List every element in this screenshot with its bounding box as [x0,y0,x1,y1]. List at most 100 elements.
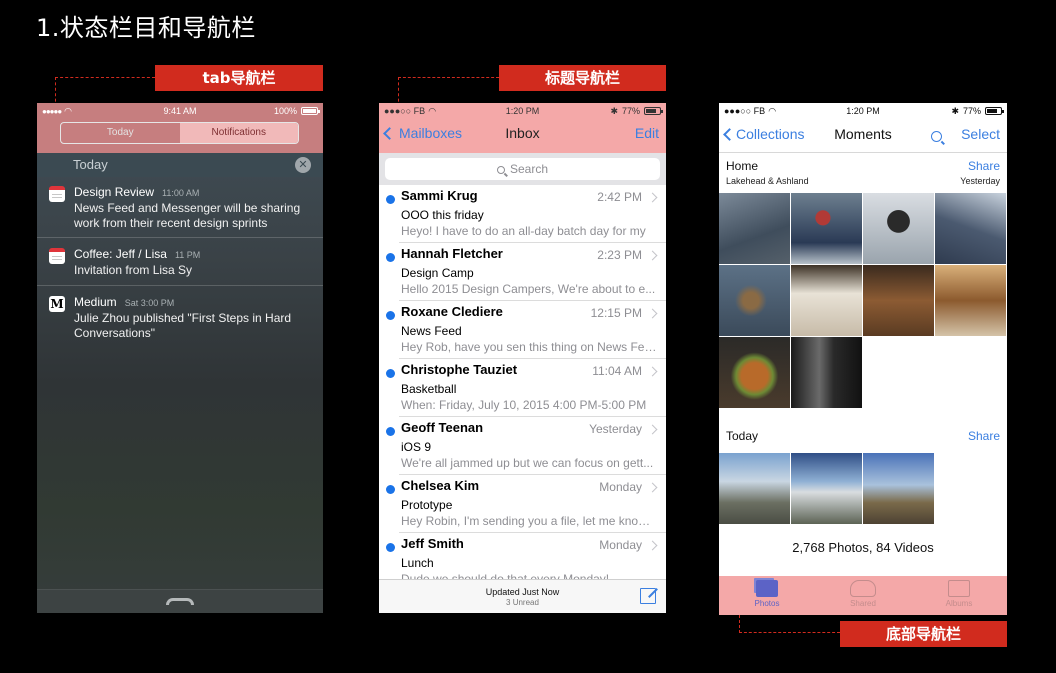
medium-icon: M [49,296,65,312]
bluetooth-icon: ✱ [610,105,618,116]
photo-thumb[interactable] [863,193,934,264]
mail-time: Monday [599,480,642,494]
grabber-handle-icon[interactable] [166,598,194,605]
photo-thumb[interactable] [791,337,862,408]
notification-title: Medium [74,295,117,309]
mail-preview: Hey Rob, have you sen this thing on News… [401,340,658,354]
battery-percent: 77% [621,106,640,116]
status-bar: ●●●○○ FB ◠ 1:20 PM ✱ 77% [719,103,1007,119]
tab-today[interactable]: Today [61,123,180,143]
chevron-right-icon [647,424,658,435]
unread-dot [386,311,395,320]
mail-row[interactable]: Geoff Teenan Yesterday iOS 9 We're all jamm… [386,417,666,475]
battery-icon [644,107,663,115]
select-button[interactable]: Select [961,126,1000,142]
search-icon [496,166,505,174]
mail-sender: Sammi Krug [401,188,478,203]
mail-time: 2:23 PM [597,248,642,262]
search-icon [931,131,942,142]
navigation-bar: Collections Moments Select [719,126,1007,148]
share-button[interactable]: Share [968,429,1000,443]
mail-row[interactable]: Sammi Krug 2:42 PM OOO this friday Heyo! I … [386,185,666,243]
moment-date: Yesterday [960,176,1000,186]
mail-row[interactable]: Christophe Tauziet 11:04 AM Basketball When… [386,359,666,417]
mail-preview: We're all jammed up but we can focus on … [401,456,654,470]
mail-time: 12:15 PM [590,306,642,320]
notification-body: Julie Zhou published "First Steps in Har… [74,311,292,340]
mail-time: 2:42 PM [597,190,642,204]
photo-thumb[interactable] [863,453,934,524]
search-input[interactable]: Search [385,158,660,180]
moment-location[interactable]: Lakehead & Ashland [726,176,809,186]
mail-sender: Roxane Clediere [401,304,503,319]
photo-grid [719,453,1006,524]
notification-item[interactable]: Coffee: Jeff / Lisa 11 PM Invitation from… [37,245,323,286]
photo-thumb[interactable] [719,193,790,264]
bottom-navbar-label: 底部导航栏 [840,621,1007,647]
photos-moments-screen: ●●●○○ FB ◠ 1:20 PM ✱ 77% Collections Momen… [719,103,1007,615]
tab-label: Shared [850,599,876,608]
photo-thumb[interactable] [719,453,790,524]
battery-percent: 100% [273,106,297,116]
mail-subject: iOS 9 [401,440,432,454]
photo-thumb[interactable] [791,265,862,336]
bottom-tab-bar: Photos Shared Albums [719,576,1007,615]
clear-button[interactable]: ✕ [295,157,311,173]
unread-dot [386,543,395,552]
compose-icon[interactable] [640,588,656,604]
tab-navbar-label: tab导航栏 [155,65,323,91]
mail-row[interactable]: Roxane Clediere 12:15 PM News Feed Hey Rob,… [386,301,666,359]
mail-subject: News Feed [401,324,462,338]
notification-center-screen: ●●●●● ◠ 9:41 AM 100% Today Notifications … [37,103,323,613]
tab-albums[interactable]: Albums [929,580,989,608]
photo-thumb[interactable] [935,193,1006,264]
photo-thumb[interactable] [719,265,790,336]
updated-status: Updated Just Now [485,587,560,597]
notification-item[interactable]: Design Review 11:00 AM News Feed and Mess… [37,183,323,238]
segmented-control: Today Notifications [60,122,299,144]
chevron-right-icon [647,192,658,203]
mail-row[interactable]: Chelsea Kim Monday Prototype Hey Robin, I'm… [386,475,666,533]
notification-item[interactable]: M Medium Sat 3:00 PM Julie Zhou published… [37,293,323,343]
photo-thumb[interactable] [719,337,790,408]
photo-thumb[interactable] [863,265,934,336]
mail-subject: Lunch [401,556,434,570]
mail-toolbar: Updated Just Now 3 Unread [379,579,666,613]
calendar-icon [49,248,65,264]
mail-inbox-screen: ●●●○○ FB ◠ 1:20 PM ✱ 77% Mailboxes Inbox E… [379,103,666,613]
moment-title: Home [726,159,759,173]
bottom-handle-bar [37,589,323,613]
tab-photos[interactable]: Photos [737,580,797,608]
photo-thumb[interactable] [935,265,1006,336]
share-button[interactable]: Share [968,159,1000,173]
cloud-icon [850,580,876,597]
notification-title: Design Review [74,185,155,199]
photo-thumb[interactable] [791,193,862,264]
divider [719,152,1007,153]
search-button[interactable] [931,128,947,144]
mail-row[interactable]: Hannah Fletcher 2:23 PM Design Camp Hello 2… [386,243,666,301]
navigation-bar: Mailboxes Inbox Edit [379,125,666,145]
notification-time: 11 PM [174,250,201,260]
library-count: 2,768 Photos, 84 Videos [792,540,934,555]
status-bar: ●●●●● ◠ 9:41 AM 100% [37,103,323,119]
unread-dot [386,427,395,436]
photo-thumb[interactable] [791,453,862,524]
tab-label: Albums [945,599,973,608]
mail-preview: When: Friday, July 10, 2015 4:00 PM-5:00… [401,398,647,412]
chevron-right-icon [647,540,658,551]
chevron-right-icon [647,482,658,493]
search-bar: Search [379,153,666,185]
tab-notifications[interactable]: Notifications [179,123,298,143]
section-title: Today [73,157,108,172]
mail-preview: Hey Robin, I'm sending you a file, let m… [401,514,658,528]
mail-sender: Christophe Tauziet [401,362,518,377]
chevron-right-icon [647,250,658,261]
unread-count: 3 Unread [506,598,539,607]
tab-shared[interactable]: Shared [833,580,893,608]
moment-header-today: Today Share [719,427,1007,447]
edit-button[interactable]: Edit [635,125,659,141]
unread-dot [386,485,395,494]
battery-icon [985,107,1004,115]
mail-sender: Hannah Fletcher [401,246,503,261]
